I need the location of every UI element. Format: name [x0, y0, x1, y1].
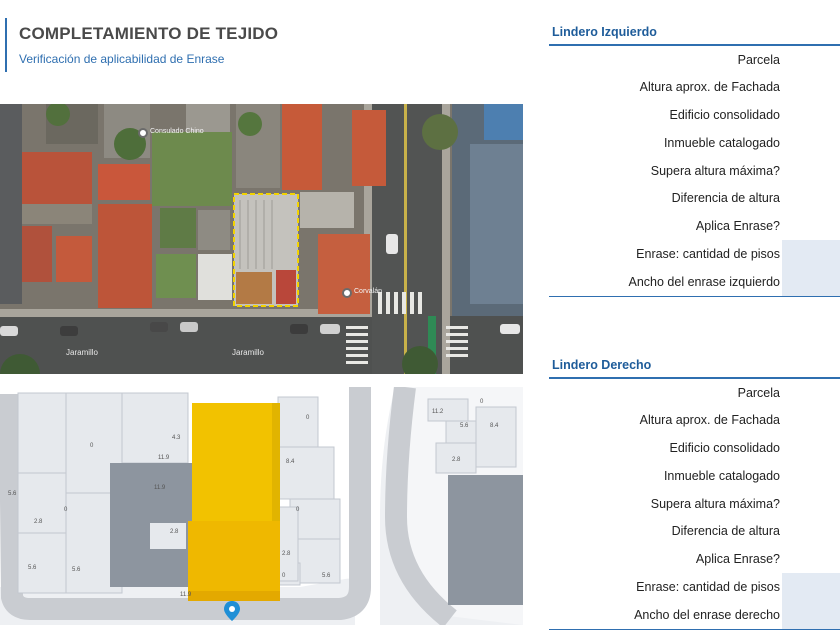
row-altura-fachada: Altura aprox. de Fachada — [549, 73, 840, 101]
panel-title-izquierdo: Lindero Izquierdo — [552, 25, 657, 39]
street-label-center: Jaramillo — [232, 348, 265, 357]
row-label: Ancho del enrase derecho — [634, 607, 780, 622]
row-supera-altura: Supera altura máxima? — [549, 490, 840, 518]
row-value — [782, 490, 840, 518]
row-enrase-pisos: Enrase: cantidad de pisos — [549, 573, 840, 601]
row-label: Aplica Enrase? — [695, 552, 780, 567]
row-ancho-enrase: Ancho del enrase izquierdo — [549, 267, 840, 296]
row-label: Inmueble catalogado — [663, 468, 780, 483]
row-label: Diferencia de altura — [671, 191, 780, 206]
height-label: 4.3 — [172, 435, 181, 441]
height-label: 5.6 — [8, 491, 17, 497]
row-value — [782, 267, 840, 296]
height-label: 11.9 — [158, 455, 170, 461]
row-label: Edificio consolidado — [669, 108, 781, 123]
row-value — [782, 600, 840, 629]
row-label: Enrase: cantidad de pisos — [636, 580, 780, 595]
panel-rows: Parcela Altura aprox. de Fachada Edifici… — [549, 46, 840, 296]
height-label: 2.8 — [452, 457, 461, 463]
pin-label-consulado: Consulado Chino — [150, 128, 204, 135]
height-label: 5.6 — [322, 573, 331, 579]
row-aplica-enrase: Aplica Enrase? — [549, 545, 840, 573]
row-label: Diferencia de altura — [671, 524, 780, 539]
panel-title-derecho: Lindero Derecho — [552, 358, 652, 372]
row-label: Ancho del enrase izquierdo — [628, 274, 781, 289]
row-value — [782, 129, 840, 157]
height-label: 11.9 — [154, 485, 166, 491]
row-value — [782, 462, 840, 490]
row-value — [782, 212, 840, 240]
height-label: 0 — [480, 399, 484, 405]
row-label: Edificio consolidado — [669, 441, 781, 456]
row-label: Aplica Enrase? — [695, 219, 780, 234]
row-parcela: Parcela — [549, 46, 840, 74]
row-diferencia-altura: Diferencia de altura — [549, 184, 840, 212]
row-label: Inmueble catalogado — [663, 135, 780, 150]
height-label: 0 — [306, 415, 310, 421]
row-label: Supera altura máxima? — [650, 496, 780, 511]
row-aplica-enrase: Aplica Enrase? — [549, 212, 840, 240]
height-label: 8.4 — [490, 423, 499, 429]
aerial-image — [0, 104, 523, 374]
header-accent-bar — [5, 18, 7, 72]
row-value — [782, 101, 840, 129]
height-label: 2.8 — [34, 519, 43, 525]
row-value — [782, 184, 840, 212]
row-label: Parcela — [737, 385, 780, 400]
row-value — [782, 240, 840, 268]
row-value — [782, 573, 840, 601]
row-supera-altura: Supera altura máxima? — [549, 157, 840, 185]
height-label: 8.4 — [286, 459, 295, 465]
row-label: Altura aprox. de Fachada — [639, 413, 780, 428]
height-label: 11.2 — [432, 409, 444, 415]
row-value — [782, 406, 840, 434]
height-label: 11.9 — [180, 592, 192, 598]
row-inmueble-catalogado: Inmueble catalogado — [549, 462, 840, 490]
panel-bottom-divider — [549, 295, 840, 298]
row-label: Enrase: cantidad de pisos — [636, 247, 780, 262]
row-label: Supera altura máxima? — [650, 163, 780, 178]
page-header: COMPLETAMIENTO DE TEJIDO Verificación de… — [0, 18, 520, 74]
street-label-left: Jaramillo — [66, 348, 99, 357]
row-value — [782, 517, 840, 545]
row-edificio-consolidado: Edificio consolidado — [549, 434, 840, 462]
row-value — [782, 434, 840, 462]
height-label: 0 — [90, 443, 94, 449]
row-value — [782, 379, 840, 407]
row-label: Parcela — [737, 52, 780, 67]
row-label: Altura aprox. de Fachada — [639, 80, 780, 95]
row-altura-fachada: Altura aprox. de Fachada — [549, 406, 840, 434]
row-ancho-enrase: Ancho del enrase derecho — [549, 600, 840, 629]
row-edificio-consolidado: Edificio consolidado — [549, 101, 840, 129]
aerial-satellite-view[interactable]: Jaramillo Jaramillo Consulado Chino Corv… — [0, 104, 523, 374]
panel-rows: Parcela Altura aprox. de Fachada Edifici… — [549, 379, 840, 629]
row-value — [782, 545, 840, 573]
map-3d-image — [0, 387, 523, 625]
height-label: 0 — [64, 507, 68, 513]
height-label: 0 — [282, 573, 286, 579]
height-label: 5.6 — [28, 565, 37, 571]
height-label: 0 — [296, 507, 300, 513]
row-diferencia-altura: Diferencia de altura — [549, 517, 840, 545]
panel-lindero-derecho: Lindero Derecho Parcela Altura aprox. de… — [549, 353, 840, 630]
height-label: 2.8 — [170, 529, 179, 535]
height-label: 5.6 — [72, 567, 81, 573]
row-value — [782, 46, 840, 74]
row-parcela: Parcela — [549, 379, 840, 407]
page-subtitle: Verificación de aplicabilidad de Enrase — [19, 52, 225, 66]
row-value — [782, 73, 840, 101]
panel-lindero-izquierdo: Lindero Izquierdo Parcela Altura aprox. … — [549, 20, 840, 298]
map-3d-view[interactable]: 4.3 11.9 11.9 8.4 0 2.8 2.8 5.6 5.6 2.8 … — [0, 387, 523, 625]
height-label: 5.6 — [460, 423, 469, 429]
page-title: COMPLETAMIENTO DE TEJIDO — [19, 24, 279, 43]
row-value — [782, 157, 840, 185]
row-enrase-pisos: Enrase: cantidad de pisos — [549, 240, 840, 268]
height-label: 2.8 — [282, 551, 291, 557]
map-pin-icon[interactable] — [342, 288, 352, 298]
map-pin-icon[interactable] — [138, 128, 148, 138]
row-inmueble-catalogado: Inmueble catalogado — [549, 129, 840, 157]
pin-label-corvalan: Corvalán — [354, 288, 383, 295]
